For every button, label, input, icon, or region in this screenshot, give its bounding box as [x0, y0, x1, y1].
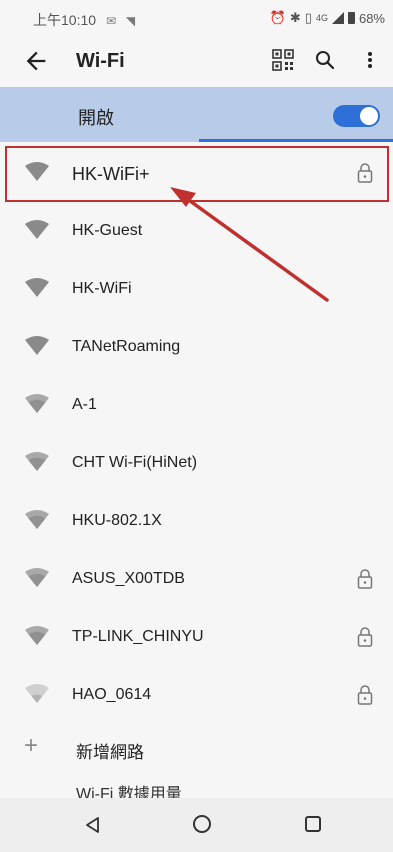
more-options-button[interactable] — [362, 48, 378, 72]
search-icon — [316, 51, 335, 70]
nav-recents-icon[interactable] — [305, 816, 321, 832]
wifi-network-item[interactable]: TANetRoaming — [0, 319, 393, 377]
more-vert-icon — [368, 52, 372, 68]
wifi-network-item[interactable]: ASUS_X00TDB — [0, 551, 393, 609]
wifi-network-item[interactable]: HK-Guest — [0, 203, 393, 261]
plus-icon: + — [24, 732, 39, 759]
network-type: 4G — [315, 13, 328, 23]
navigation-bar — [0, 798, 393, 852]
wifi-signal-icon — [25, 220, 49, 239]
wifi-network-item[interactable]: HK-WiFi — [0, 261, 393, 319]
back-button[interactable] — [22, 47, 50, 75]
battery-level: 68% — [358, 10, 385, 26]
wifi-network-item[interactable]: TP-LINK_CHINYU — [0, 609, 393, 667]
status-time-text: 上午10:10 — [33, 12, 97, 28]
wifi-signal-icon — [25, 394, 49, 413]
wifi-signal-icon — [25, 626, 49, 645]
qr-code-icon — [272, 49, 294, 71]
wifi-network-name: HK-WiFi — [72, 280, 132, 297]
wifi-network-name: HK-Guest — [72, 222, 143, 239]
highlight-box — [5, 146, 389, 202]
lock-icon — [357, 685, 373, 705]
wifi-network-name: TANetRoaming — [72, 338, 181, 355]
wifi-network-name: ASUS_X00TDB — [72, 570, 185, 587]
wifi-network-item[interactable]: HKU-802.1X — [0, 493, 393, 551]
status-right: ⏰ ✱ ▯ 4G 68% — [270, 10, 385, 26]
alarm-icon: ⏰ — [269, 10, 286, 25]
wifi-toggle-row[interactable]: 開啟 — [0, 87, 393, 142]
nav-back-icon[interactable] — [83, 815, 103, 835]
toggle-knob — [360, 107, 378, 125]
wifi-network-list: HK-WiFi+ HK-Guest HK-WiFi TANetRoaming A-1 CH… — [0, 145, 393, 725]
wifi-network-item[interactable]: HAO_0614 — [0, 667, 393, 725]
page-title: Wi-Fi — [76, 50, 125, 72]
toggle-label: 開啟 — [78, 108, 114, 128]
wifi-network-name: HAO_0614 — [72, 686, 152, 703]
wifi-network-item[interactable]: A-1 — [0, 377, 393, 435]
toggle-underline — [199, 139, 393, 142]
lock-icon — [357, 569, 373, 589]
wifi-network-name: CHT Wi-Fi(HiNet) — [72, 454, 198, 471]
app-bar: Wi-Fi — [0, 36, 393, 86]
message-icon: ✉ — [105, 14, 116, 28]
add-network-item[interactable]: + 新增網路 — [0, 724, 393, 776]
lock-icon — [357, 627, 373, 647]
wifi-signal-icon — [25, 452, 49, 471]
wifi-network-name: HKU-802.1X — [72, 512, 162, 529]
wifi-network-name: A-1 — [72, 396, 97, 413]
battery-icon — [347, 12, 355, 24]
wifi-signal-icon — [25, 568, 49, 587]
add-network-label: 新增網路 — [76, 743, 144, 762]
wifi-signal-icon — [25, 510, 49, 529]
status-bar: 上午10:10 ✉ ◥ ⏰ ✱ ▯ 4G 68% — [0, 0, 393, 36]
signal-icon — [331, 12, 344, 24]
status-time: 上午10:10 ✉ ◥ — [33, 10, 135, 30]
wifi-signal-icon — [25, 684, 49, 703]
arrow-left-icon — [26, 51, 46, 71]
wifi-network-name: TP-LINK_CHINYU — [72, 628, 204, 645]
wifi-status-icon: ◥ — [125, 14, 136, 28]
bluetooth-icon: ✱ — [289, 10, 301, 25]
wifi-signal-icon — [25, 278, 49, 297]
qr-code-button[interactable] — [271, 48, 295, 72]
vibrate-icon: ▯ — [304, 10, 312, 25]
wifi-signal-icon — [25, 336, 49, 355]
wifi-network-item[interactable]: CHT Wi-Fi(HiNet) — [0, 435, 393, 493]
nav-home-icon[interactable] — [193, 815, 211, 833]
search-button[interactable] — [313, 48, 337, 72]
wifi-toggle-switch[interactable] — [333, 105, 380, 127]
